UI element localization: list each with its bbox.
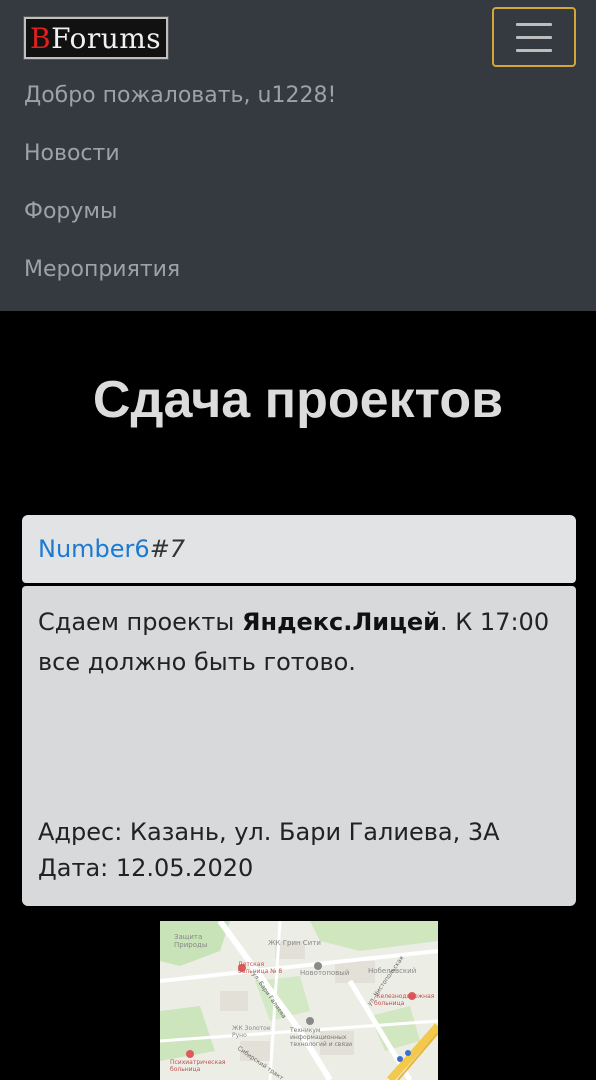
map-label: Защита Природы [174,933,208,949]
hamburger-icon-bar [516,35,552,39]
map-label: Новотоповый [300,969,350,977]
navbar: B Forums Добро пожаловать, u1228! Новости… [0,0,596,311]
nav-item-news[interactable]: Новости [24,141,120,166]
map-label: ЖК Золотое Руно [232,1025,271,1039]
post-description: Сдаем проекты Яндекс.Лицей. К 17:00 все … [38,602,558,682]
nav-item-events[interactable]: Мероприятия [24,257,180,282]
post-address: Адрес: Казань, ул. Бари Галиева, 3А [38,818,500,846]
brand-name: Forums [51,21,162,55]
brand-first-letter: B [30,21,52,55]
map-label: Железнодорожная больница [374,993,435,1007]
post-date: Дата: 12.05.2020 [38,854,254,882]
nav-item-forums[interactable]: Форумы [24,199,117,224]
map-label: Техникум информационных технологий и свя… [290,1027,353,1048]
page-title: Сдача проектов [92,371,504,429]
post-header: Number6 #7 [22,515,576,583]
menu-toggle-button[interactable] [492,7,576,67]
welcome-link[interactable]: Добро пожаловать, u1228! [24,83,336,108]
brand-logo[interactable]: B Forums [23,16,169,60]
location-map[interactable]: Защита Природы ЖК Грин Сити Новотоповый … [160,921,438,1080]
map-label: Детская больница № 8 [238,961,283,975]
post-number: #7 [149,535,186,563]
post-text-before: Сдаем проекты [38,608,242,636]
map-label: ЖК Грин Сити [268,939,321,947]
post-body: Сдаем проекты Яндекс.Лицей. К 17:00 все … [22,586,576,906]
hamburger-icon-bar [516,22,552,26]
map-label: Психиатрическая больница [170,1059,226,1073]
post-author-link[interactable]: Number6 [38,535,150,563]
hamburger-icon-bar [516,48,552,52]
post-text-bold: Яндекс.Лицей [242,608,440,636]
